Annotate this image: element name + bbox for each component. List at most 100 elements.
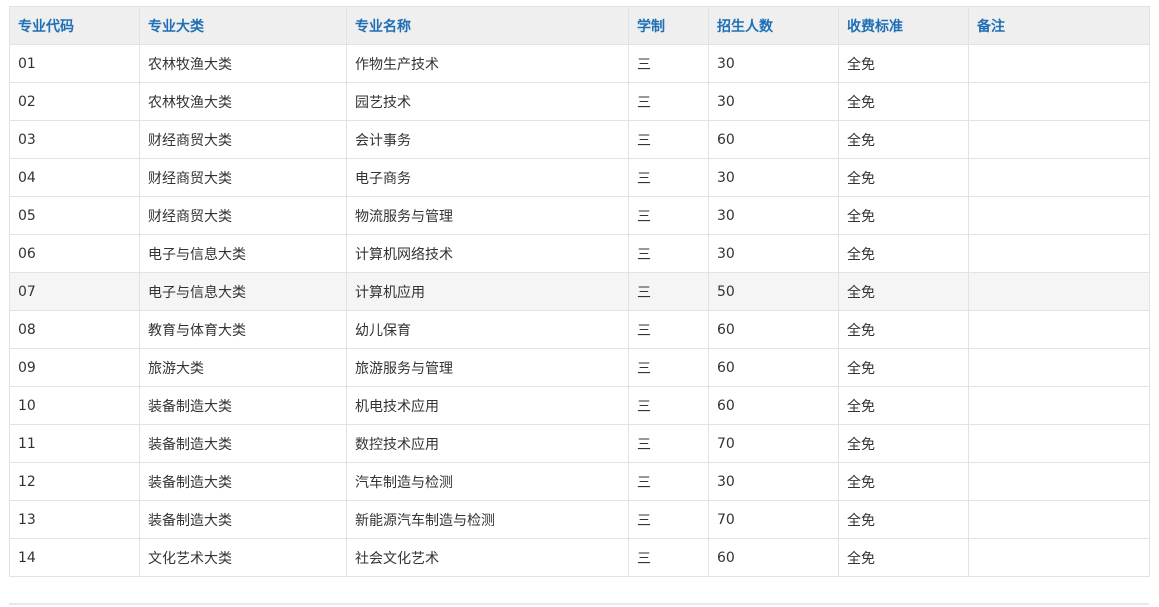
cell-fee-standard: 全免: [838, 120, 969, 159]
cell-enrollment-count: 30: [708, 82, 839, 121]
cell-major-name: 园艺技术: [346, 82, 629, 121]
header-major-code: 专业代码: [9, 6, 140, 45]
cell-duration: 三: [628, 158, 709, 197]
cell-major-name: 会计事务: [346, 120, 629, 159]
cell-major-code: 12: [9, 462, 140, 501]
cell-major-name: 数控技术应用: [346, 424, 629, 463]
cell-remarks: [968, 386, 1150, 425]
table-row: 06 电子与信息大类 计算机网络技术三 30 全免: [9, 234, 1150, 273]
cell-major-code: 03: [9, 120, 140, 159]
cell-major-category: 农林牧渔大类: [139, 44, 347, 83]
cell-major-category: 财经商贸大类: [139, 120, 347, 159]
cell-remarks: [968, 158, 1150, 197]
cell-remarks: [968, 424, 1150, 463]
table-row: 12 装备制造大类 汽车制造与检测三 30 全免: [9, 462, 1150, 501]
cell-fee-standard: 全免: [838, 158, 969, 197]
cell-fee-standard: 全免: [838, 82, 969, 121]
cell-remarks: [968, 196, 1150, 235]
cell-major-category: 电子与信息大类: [139, 234, 347, 273]
cell-major-code: 01: [9, 44, 140, 83]
table-row: 10 装备制造大类 机电技术应用三 60 全免: [9, 386, 1150, 425]
cell-major-name: 新能源汽车制造与检测: [346, 500, 629, 539]
cell-remarks: [968, 538, 1150, 577]
cell-fee-standard: 全免: [838, 348, 969, 387]
cell-remarks: [968, 234, 1150, 273]
cell-fee-standard: 全免: [838, 272, 969, 311]
cell-major-name: 汽车制造与检测: [346, 462, 629, 501]
cell-major-category: 旅游大类: [139, 348, 347, 387]
cell-major-name: 计算机应用: [346, 272, 629, 311]
cell-major-category: 电子与信息大类: [139, 272, 347, 311]
table-row: 01 农林牧渔大类 作物生产技术三 30 全免: [9, 44, 1150, 83]
enrollment-table: 专业代码 专业大类 专业名称 学制 招生人数 收费标准 备注 01 农林牧渔大类作…: [9, 6, 1150, 577]
cell-major-code: 04: [9, 158, 140, 197]
cell-fee-standard: 全免: [838, 44, 969, 83]
table-row: 08 教育与体育大类 幼儿保育三 60 全免: [9, 310, 1150, 349]
cell-duration: 三: [628, 386, 709, 425]
enrollment-table-container: 专业代码 专业大类 专业名称 学制 招生人数 收费标准 备注 01 农林牧渔大类作…: [9, 6, 1150, 577]
cell-duration: 三: [628, 538, 709, 577]
cell-enrollment-count: 30: [708, 44, 839, 83]
cell-enrollment-count: 60: [708, 310, 839, 349]
cell-fee-standard: 全免: [838, 234, 969, 273]
cell-major-category: 装备制造大类: [139, 462, 347, 501]
cell-fee-standard: 全免: [838, 196, 969, 235]
header-duration: 学制: [628, 6, 709, 45]
cell-remarks: [968, 348, 1150, 387]
cell-major-code: 02: [9, 82, 140, 121]
cell-enrollment-count: 30: [708, 234, 839, 273]
cell-fee-standard: 全免: [838, 462, 969, 501]
cell-duration: 三: [628, 500, 709, 539]
cell-fee-standard: 全免: [838, 386, 969, 425]
cell-major-code: 13: [9, 500, 140, 539]
cell-duration: 三: [628, 44, 709, 83]
cell-enrollment-count: 60: [708, 386, 839, 425]
cell-enrollment-count: 60: [708, 538, 839, 577]
bottom-divider: [9, 603, 1149, 605]
cell-major-category: 装备制造大类: [139, 500, 347, 539]
cell-enrollment-count: 60: [708, 348, 839, 387]
cell-fee-standard: 全免: [838, 310, 969, 349]
cell-major-name: 计算机网络技术: [346, 234, 629, 273]
cell-remarks: [968, 462, 1150, 501]
table-body: 01 农林牧渔大类 作物生产技术三 30 全免 02 农林牧渔大类 园艺技术三 30 全免 03 财经…: [9, 44, 1150, 577]
header-major-name: 专业名称: [346, 6, 629, 45]
cell-enrollment-count: 60: [708, 120, 839, 159]
cell-major-code: 14: [9, 538, 140, 577]
cell-major-code: 11: [9, 424, 140, 463]
cell-major-name: 物流服务与管理: [346, 196, 629, 235]
cell-fee-standard: 全免: [838, 538, 969, 577]
cell-duration: 三: [628, 234, 709, 273]
table-row: 03 财经商贸大类 会计事务三 60 全免: [9, 120, 1150, 159]
cell-enrollment-count: 30: [708, 158, 839, 197]
table-row: 05 财经商贸大类 物流服务与管理三 30 全免: [9, 196, 1150, 235]
cell-major-category: 财经商贸大类: [139, 196, 347, 235]
cell-major-category: 文化艺术大类: [139, 538, 347, 577]
table-header: 专业代码 专业大类 专业名称 学制 招生人数 收费标准 备注: [9, 6, 1150, 45]
header-row: 专业代码 专业大类 专业名称 学制 招生人数 收费标准 备注: [9, 6, 1150, 45]
cell-duration: 三: [628, 82, 709, 121]
cell-enrollment-count: 30: [708, 462, 839, 501]
table-row: 07 电子与信息大类 计算机应用三 50 全免: [9, 272, 1150, 311]
cell-major-name: 幼儿保育: [346, 310, 629, 349]
cell-duration: 三: [628, 272, 709, 311]
cell-major-category: 装备制造大类: [139, 386, 347, 425]
cell-major-code: 09: [9, 348, 140, 387]
cell-duration: 三: [628, 196, 709, 235]
table-row: 09 旅游大类 旅游服务与管理三 60 全免: [9, 348, 1150, 387]
cell-major-category: 农林牧渔大类: [139, 82, 347, 121]
cell-major-code: 08: [9, 310, 140, 349]
cell-duration: 三: [628, 462, 709, 501]
cell-major-category: 装备制造大类: [139, 424, 347, 463]
cell-remarks: [968, 44, 1150, 83]
table-row: 14 文化艺术大类 社会文化艺术三 60 全免: [9, 538, 1150, 577]
table-row: 11 装备制造大类 数控技术应用三 70 全免: [9, 424, 1150, 463]
table-row: 02 农林牧渔大类 园艺技术三 30 全免: [9, 82, 1150, 121]
cell-major-name: 电子商务: [346, 158, 629, 197]
cell-major-category: 教育与体育大类: [139, 310, 347, 349]
header-major-category: 专业大类: [139, 6, 347, 45]
cell-remarks: [968, 82, 1150, 121]
cell-major-name: 旅游服务与管理: [346, 348, 629, 387]
table-row: 13 装备制造大类 新能源汽车制造与检测三 70 全免: [9, 500, 1150, 539]
cell-enrollment-count: 70: [708, 424, 839, 463]
